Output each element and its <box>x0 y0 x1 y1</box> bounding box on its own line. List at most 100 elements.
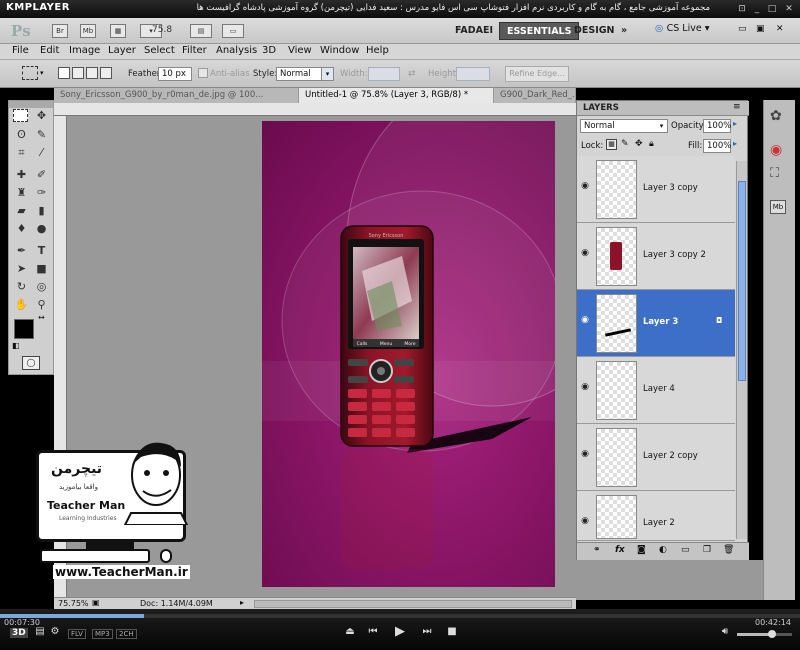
visibility-eye-icon[interactable]: ◉ <box>580 181 590 191</box>
clone-stamp-tool-icon[interactable]: ♜ <box>13 184 30 201</box>
delete-layer-icon[interactable]: 🗑︎ <box>723 545 734 555</box>
layers-panel-tab[interactable]: LAYERS ≡ <box>577 101 749 116</box>
bridge-icon[interactable]: Br <box>52 24 68 38</box>
next-icon[interactable]: ⏭ <box>420 626 434 637</box>
layer-name[interactable]: Layer 2 <box>643 518 675 528</box>
default-colors-icon[interactable]: ◧ <box>12 341 20 350</box>
new-layer-icon[interactable]: ❐ <box>703 545 711 555</box>
lock-position-icon[interactable]: ✥ <box>635 139 643 149</box>
quick-mask-icon[interactable]: ◯ <box>22 356 40 370</box>
layer-row[interactable]: ◉ Layer 2 <box>577 491 735 541</box>
workspace-fadaei[interactable]: FADAEI <box>448 22 500 40</box>
opacity-input[interactable]: 100% <box>703 119 731 133</box>
layers-scrollbar[interactable] <box>736 161 747 539</box>
doc-tab-g900[interactable]: G900_Dark_Red_... <box>494 88 576 103</box>
feather-input[interactable]: 10 px <box>158 67 192 81</box>
menu-help[interactable]: Help <box>366 45 389 56</box>
layer-row[interactable]: ◉ Layer 4 <box>577 357 735 424</box>
menu-image[interactable]: Image <box>69 45 100 56</box>
layer-row[interactable]: ◉ Layer 3 copy <box>577 156 735 223</box>
lasso-tool-icon[interactable]: ʘ <box>13 126 30 143</box>
menu-select[interactable]: Select <box>144 45 175 56</box>
zoom-level[interactable]: 75.8 <box>152 25 172 35</box>
hand-tool-icon[interactable]: ✋ <box>13 296 30 313</box>
masks-panel-icon[interactable]: ⛶ <box>770 166 779 181</box>
app-close-icon[interactable]: ✕ <box>776 24 784 34</box>
3d-rotate-tool-icon[interactable]: ↻ <box>13 278 30 295</box>
gradient-tool-icon[interactable]: ▮ <box>33 202 50 219</box>
visibility-eye-icon[interactable]: ◉ <box>580 516 590 526</box>
eyedropper-tool-icon[interactable]: ⁄ <box>33 144 50 161</box>
swap-colors-icon[interactable]: ↔ <box>38 313 45 322</box>
shape-tool-icon[interactable]: ■ <box>33 260 50 277</box>
visibility-eye-icon[interactable]: ◉ <box>580 315 590 325</box>
3d-orbit-tool-icon[interactable]: ◎ <box>33 278 50 295</box>
visibility-eye-icon[interactable]: ◉ <box>580 382 590 392</box>
move-tool-icon[interactable]: ✥ <box>33 107 50 124</box>
close-icon[interactable]: ✕ <box>782 3 796 15</box>
add-mask-icon[interactable]: ◙ <box>637 545 646 555</box>
status-arrow-icon[interactable]: ▸ <box>240 598 244 607</box>
play-icon[interactable]: ▶ <box>393 624 407 639</box>
style-select[interactable]: Normal ▾ <box>276 67 334 81</box>
minimize-icon[interactable]: _ <box>750 3 764 15</box>
visibility-eye-icon[interactable]: ◉ <box>580 449 590 459</box>
horizontal-ruler[interactable] <box>54 103 576 116</box>
layer-name[interactable]: Layer 3 copy 2 <box>643 250 706 260</box>
pen-tool-icon[interactable]: ✒ <box>13 242 30 259</box>
menu-window[interactable]: Window <box>320 45 359 56</box>
app-minimize-icon[interactable]: ▭ <box>738 24 747 34</box>
menu-filter[interactable]: Filter <box>182 45 207 56</box>
screen-mode-icon[interactable]: ▭ <box>222 24 244 38</box>
menu-view[interactable]: View <box>288 45 312 56</box>
marquee-preset-icon[interactable] <box>22 66 38 80</box>
volume-slider[interactable] <box>737 630 792 638</box>
layer-row[interactable]: ◉ Layer 2 copy <box>577 424 735 491</box>
menu-analysis[interactable]: Analysis <box>216 45 257 56</box>
link-layers-icon[interactable]: ⚭ <box>593 545 601 555</box>
status-zoom[interactable]: 75.75% <box>58 599 89 608</box>
playlist-icon[interactable]: ▤ <box>33 626 47 637</box>
fill-arrow-icon[interactable]: ▸ <box>733 139 737 148</box>
fill-input[interactable]: 100% <box>703 139 731 153</box>
path-selection-tool-icon[interactable]: ➤ <box>13 260 30 277</box>
new-selection-icon[interactable] <box>58 67 70 79</box>
status-icon[interactable]: ▣ <box>92 598 100 607</box>
menu-edit[interactable]: Edit <box>40 45 59 56</box>
blend-mode-select[interactable]: Normal ▾ <box>580 119 668 133</box>
cs-live-button[interactable]: ◎ CS Live ▾ <box>655 23 710 34</box>
view-extras-icon[interactable]: ▦ <box>110 24 126 38</box>
foreground-color-swatch[interactable] <box>14 319 34 339</box>
minibridge-icon[interactable]: Mb <box>80 24 96 38</box>
settings-gear-icon[interactable]: ⚙ <box>48 626 62 637</box>
blur-tool-icon[interactable]: ♦ <box>13 220 30 237</box>
color-panel-icon[interactable]: ✿ <box>770 108 782 124</box>
horizontal-scrollbar[interactable] <box>254 600 572 608</box>
maximize-icon[interactable]: □ <box>765 3 779 15</box>
doc-tab-sony-ericsson[interactable]: Sony_Ericsson_G900_by_r0man_de.jpg @ 100… <box>54 88 299 103</box>
layer-name[interactable]: Layer 3 copy <box>643 183 698 193</box>
eject-icon[interactable]: ⏏ <box>343 626 357 637</box>
adjustment-layer-icon[interactable]: ◐ <box>659 545 667 555</box>
quick-selection-tool-icon[interactable]: ✎ <box>33 126 50 143</box>
volume-knob[interactable] <box>768 630 776 638</box>
document-canvas[interactable]: Sony Ericsson Calls Menu More <box>262 75 638 587</box>
lock-all-icon[interactable]: 🔒︎ <box>649 139 654 149</box>
eraser-tool-icon[interactable]: ▰ <box>13 202 30 219</box>
preset-dropdown-icon[interactable]: ▾ <box>40 69 44 77</box>
3d-badge[interactable]: 3D <box>10 628 28 638</box>
history-brush-tool-icon[interactable]: ✑ <box>33 184 50 201</box>
minibridge-panel-icon[interactable]: Mb <box>770 200 786 214</box>
layer-name[interactable]: Layer 2 copy <box>643 451 698 461</box>
marquee-tool-icon[interactable] <box>13 109 28 122</box>
layers-panel-menu-icon[interactable]: ≡ <box>733 102 741 112</box>
menu-file[interactable]: File <box>12 45 29 56</box>
intersect-selection-icon[interactable] <box>100 67 112 79</box>
add-selection-icon[interactable] <box>72 67 84 79</box>
layers-scroll-thumb[interactable] <box>738 181 746 381</box>
layer-row-selected[interactable]: ◉ Layer 3 ◘ <box>577 290 735 357</box>
kmplayer-title-bar[interactable]: KMPLAYER مجموعه آموزشی جامع ، گام به گام… <box>0 0 800 18</box>
dodge-tool-icon[interactable]: ● <box>33 220 50 237</box>
doc-tab-untitled-1[interactable]: Untitled-1 @ 75.8% (Layer 3, RGB/8) * <box>299 88 494 103</box>
opacity-arrow-icon[interactable]: ▸ <box>733 119 737 128</box>
